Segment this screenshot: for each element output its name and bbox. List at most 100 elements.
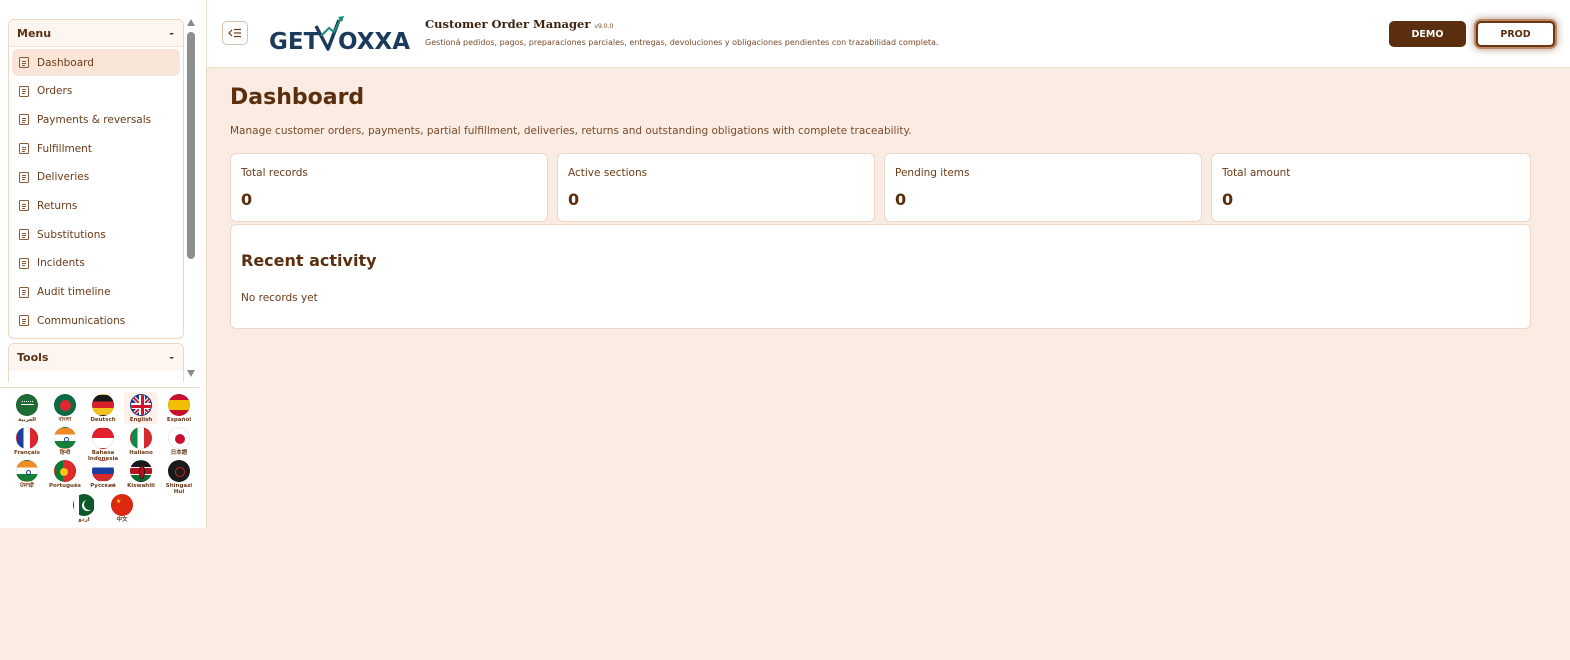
sidebar-scrollbar-thumb[interactable]	[187, 32, 195, 259]
language-label: Español	[166, 417, 192, 423]
sidebar-item-fulfillment[interactable]: Fulfillment	[12, 135, 180, 162]
sidebar-toggle-button[interactable]	[222, 21, 248, 45]
language-label: Français	[14, 450, 40, 456]
language-label: বাংলা	[58, 417, 72, 423]
tools-collapse-icon[interactable]: -	[169, 351, 174, 364]
language-label: العربية	[17, 417, 37, 423]
document-icon	[19, 257, 29, 269]
menu-panel-header[interactable]: Menu -	[9, 20, 183, 47]
language-option-shingazi[interactable]: Shingazi Hul	[162, 460, 196, 495]
menu-collapse-icon[interactable]: -	[169, 27, 174, 40]
document-icon	[19, 229, 29, 241]
sidebar-item-label: Audit timeline	[37, 286, 111, 298]
recent-activity-empty: No records yet	[241, 292, 318, 304]
recent-activity-card: Recent activity No records yet	[230, 224, 1531, 329]
sidebar-item-label: Dashboard	[37, 56, 94, 69]
logo-text-left: GET	[269, 29, 320, 55]
sidebar-item-label: Substitutions	[37, 228, 106, 241]
sidebar-item-communications[interactable]: Communications	[12, 307, 180, 334]
language-option-japanese[interactable]: 日本語	[162, 427, 196, 456]
prod-environment-button[interactable]: PROD	[1476, 21, 1555, 47]
sidebar-item-audit-timeline[interactable]: Audit timeline	[12, 279, 180, 306]
bangladesh-flag-icon	[54, 394, 76, 416]
language-option-deutsch[interactable]: Deutsch	[86, 394, 120, 423]
language-label: Kiswahili	[127, 483, 155, 489]
document-icon	[19, 171, 29, 183]
japan-flag-icon	[168, 427, 190, 449]
sidebar-scroll-area[interactable]: Menu - Dashboard Orders Payments & rever…	[0, 14, 197, 382]
app-subtitle: Gestioná pedidos, pagos, preparaciones p…	[425, 38, 939, 47]
language-option-english[interactable]: English	[124, 392, 158, 424]
sidebar: Menu - Dashboard Orders Payments & rever…	[0, 0, 207, 528]
language-option-indonesia[interactable]: Bahasa Indonesia	[86, 427, 120, 462]
italy-flag-icon	[130, 427, 152, 449]
language-label: Português	[49, 483, 81, 489]
scroll-down-arrow-icon[interactable]	[187, 370, 195, 377]
sidebar-item-label: Orders	[37, 85, 73, 98]
app-title-text: Customer Order Manager	[425, 17, 591, 31]
language-option-arabic[interactable]: العربية	[10, 394, 44, 423]
menu-list: Dashboard Orders Payments & reversals Fu…	[9, 47, 183, 334]
stat-card-total-amount: Total amount 0	[1211, 153, 1531, 222]
app-header: GET OXXA Customer Order Manager v9.0.0 Ge…	[207, 0, 1570, 68]
stat-label: Pending items	[895, 167, 970, 179]
sidebar-item-returns[interactable]: Returns	[12, 192, 180, 219]
document-icon	[19, 286, 29, 298]
sidebar-item-incidents[interactable]: Incidents	[12, 250, 180, 277]
language-label: 中文	[116, 517, 128, 523]
main-content: Dashboard Manage customer orders, paymen…	[207, 68, 1570, 660]
tools-panel-header[interactable]: Tools -	[9, 344, 183, 371]
germany-flag-icon	[92, 394, 114, 416]
demo-environment-button[interactable]: DEMO	[1389, 21, 1466, 47]
sidebar-item-payments[interactable]: Payments & reversals	[12, 106, 180, 133]
sidebar-item-substitutions[interactable]: Substitutions	[12, 221, 180, 248]
document-icon	[19, 85, 29, 97]
pakistan-flag-icon	[73, 494, 95, 516]
language-label: ਪੰਜਾਬੀ	[20, 483, 34, 489]
indonesia-flag-icon	[92, 427, 114, 449]
saudi-flag-icon	[16, 394, 38, 416]
language-option-francais[interactable]: Français	[10, 427, 44, 456]
china-flag-icon: ★	[111, 494, 133, 516]
language-label: Italiano	[129, 450, 153, 456]
sidebar-item-label: Payments & reversals	[37, 113, 152, 126]
sidebar-item-label: Communications	[37, 314, 126, 327]
sidebar-item-dashboard[interactable]: Dashboard	[12, 49, 180, 76]
app-title: Customer Order Manager v9.0.0	[425, 17, 613, 31]
language-label: Shingazi Hul	[165, 483, 193, 495]
scroll-up-arrow-icon[interactable]	[187, 19, 195, 26]
language-option-bangla[interactable]: বাংলা	[48, 394, 82, 423]
france-flag-icon	[16, 427, 38, 449]
stat-label: Active sections	[568, 167, 648, 179]
india-flag-icon	[16, 460, 38, 482]
stat-card-pending-items: Pending items 0	[884, 153, 1202, 222]
sidebar-item-label: Incidents	[37, 257, 85, 270]
stat-card-active-sections: Active sections 0	[557, 153, 875, 222]
document-icon	[19, 114, 29, 126]
language-option-chinese[interactable]: ★ 中文	[105, 494, 139, 523]
language-option-urdu[interactable]: اردو	[67, 494, 101, 523]
document-icon	[19, 57, 29, 68]
sidebar-item-label: Fulfillment	[37, 142, 92, 155]
language-option-russian[interactable]: Русский	[86, 460, 120, 489]
language-label: Русский	[90, 483, 116, 489]
language-label: English	[129, 417, 153, 423]
language-option-italiano[interactable]: Italiano	[124, 427, 158, 456]
language-option-kiswahili[interactable]: Kiswahili	[124, 460, 158, 489]
language-option-portugues[interactable]: Português	[48, 460, 82, 489]
stat-value: 0	[895, 190, 907, 209]
language-label: اردو	[78, 517, 90, 523]
portugal-flag-icon	[54, 460, 76, 482]
language-option-hindi[interactable]: हिन्दी	[48, 427, 82, 456]
stat-value: 0	[241, 190, 253, 209]
language-label: Deutsch	[90, 417, 116, 423]
stat-value: 0	[568, 190, 580, 209]
stat-card-total-records: Total records 0	[230, 153, 548, 222]
language-option-espanol[interactable]: Español	[162, 394, 196, 423]
sidebar-item-orders[interactable]: Orders	[12, 78, 180, 105]
document-icon	[19, 200, 29, 212]
sidebar-item-deliveries[interactable]: Deliveries	[12, 164, 180, 191]
language-option-punjabi[interactable]: ਪੰਜਾਬੀ	[10, 460, 44, 489]
sidebar-item-label: Deliveries	[37, 171, 90, 184]
kenya-flag-icon	[130, 460, 152, 482]
